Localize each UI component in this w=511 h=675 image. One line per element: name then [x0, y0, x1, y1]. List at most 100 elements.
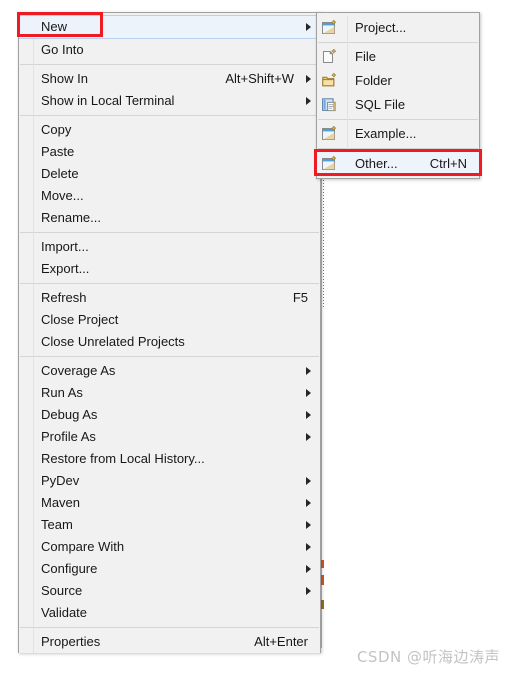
menu-item-configure[interactable]: Configure	[19, 558, 320, 580]
submenu-item-label: File	[355, 49, 376, 64]
menu-item-paste[interactable]: Paste	[19, 141, 320, 163]
menu-item-shortcut: Alt+Shift+W	[225, 71, 294, 86]
menu-item-label: Move...	[41, 188, 84, 203]
submenu-item-example[interactable]: Example...	[317, 122, 479, 146]
submenu-separator	[318, 119, 478, 120]
menu-item-maven[interactable]: Maven	[19, 492, 320, 514]
menu-item-show-in[interactable]: Show In Alt+Shift+W	[19, 68, 320, 90]
menu-item-close-project[interactable]: Close Project	[19, 309, 320, 331]
menu-item-label: Restore from Local History...	[41, 451, 205, 466]
submenu-arrow-icon	[306, 521, 311, 529]
submenu-arrow-icon	[306, 433, 311, 441]
menu-item-label: Delete	[41, 166, 79, 181]
menu-item-label: Properties	[41, 634, 101, 649]
menu-item-label: Paste	[41, 144, 75, 159]
menu-item-coverage-as[interactable]: Coverage As	[19, 360, 320, 382]
menu-separator	[20, 232, 319, 233]
menu-item-profile-as[interactable]: Profile As	[19, 426, 320, 448]
menu-item-label: Run As	[41, 385, 83, 400]
menu-item-label: Refresh	[41, 290, 87, 305]
submenu-arrow-icon	[306, 477, 311, 485]
menu-item-team[interactable]: Team	[19, 514, 320, 536]
menu-item-rename[interactable]: Rename...	[19, 207, 320, 229]
menu-separator	[20, 283, 319, 284]
menu-item-label: Maven	[41, 495, 81, 510]
submenu-item-file[interactable]: File	[317, 45, 479, 69]
submenu-item-other[interactable]: Other... Ctrl+N	[317, 151, 479, 176]
menu-item-compare-with[interactable]: Compare With	[19, 536, 320, 558]
csdn-watermark: CSDN @听海边涛声	[356, 648, 500, 666]
submenu-arrow-icon	[306, 411, 311, 419]
menu-item-move[interactable]: Move...	[19, 185, 320, 207]
menu-item-label: Team	[41, 517, 73, 532]
submenu-arrow-icon	[306, 499, 311, 507]
submenu-item-folder[interactable]: Folder	[317, 69, 479, 93]
menu-item-properties[interactable]: Properties Alt+Enter	[19, 631, 320, 653]
submenu-item-label: Folder	[355, 73, 392, 88]
submenu-item-label: Project...	[355, 20, 407, 35]
menu-item-validate[interactable]: Validate	[19, 602, 320, 624]
menu-item-label: Export...	[41, 261, 90, 276]
menu-item-label: Close Unrelated Projects	[41, 334, 185, 349]
menu-item-go-into[interactable]: Go Into	[19, 39, 320, 61]
menu-item-close-unrelated-projects[interactable]: Close Unrelated Projects	[19, 331, 320, 353]
submenu-item-label: Other...	[355, 156, 398, 171]
new-sql-file-icon	[322, 97, 339, 113]
submenu-item-label: SQL File	[355, 97, 406, 112]
menu-item-debug-as[interactable]: Debug As	[19, 404, 320, 426]
menu-item-label: Compare With	[41, 539, 125, 554]
new-example-icon	[322, 126, 339, 142]
submenu-arrow-icon	[306, 543, 311, 551]
submenu-arrow-icon	[306, 23, 311, 31]
menu-item-refresh[interactable]: Refresh F5	[19, 287, 320, 309]
submenu-item-shortcut: Ctrl+N	[429, 156, 467, 171]
menu-item-shortcut: Alt+Enter	[254, 634, 308, 649]
new-folder-icon	[322, 73, 339, 89]
context-menu[interactable]: New Go Into Show In Alt+Shift+W Show in Loca…	[18, 12, 321, 653]
background-marker-2	[321, 575, 324, 585]
menu-item-label: PyDev	[41, 473, 80, 488]
background-marker-1	[321, 560, 324, 568]
submenu-item-sql-file[interactable]: SQL File	[317, 93, 479, 117]
new-project-icon	[322, 20, 339, 36]
menu-item-restore-from-local-history[interactable]: Restore from Local History...	[19, 448, 320, 470]
menu-item-label: Rename...	[41, 210, 101, 225]
menu-item-delete[interactable]: Delete	[19, 163, 320, 185]
background-marker-3	[321, 600, 324, 609]
menu-item-label: Import...	[41, 239, 89, 254]
submenu-item-project[interactable]: Project...	[317, 16, 479, 40]
new-other-icon	[322, 155, 339, 172]
menu-item-label: New	[41, 19, 68, 34]
menu-item-label: Source	[41, 583, 83, 598]
menu-item-label: Configure	[41, 561, 98, 576]
menu-separator	[20, 115, 319, 116]
menu-item-pydev[interactable]: PyDev	[19, 470, 320, 492]
menu-item-label: Show In	[41, 71, 88, 86]
menu-item-export[interactable]: Export...	[19, 258, 320, 280]
menu-item-run-as[interactable]: Run As	[19, 382, 320, 404]
menu-item-show-in-local-terminal[interactable]: Show in Local Terminal	[19, 90, 320, 112]
submenu-arrow-icon	[306, 389, 311, 397]
focus-dotted-line	[323, 180, 324, 308]
menu-item-label: Profile As	[41, 429, 96, 444]
submenu-arrow-icon	[306, 587, 311, 595]
menu-separator	[20, 64, 319, 65]
menu-item-source[interactable]: Source	[19, 580, 320, 602]
menu-item-label: Close Project	[41, 312, 119, 327]
menu-item-label: Debug As	[41, 407, 98, 422]
menu-item-import[interactable]: Import...	[19, 236, 320, 258]
menu-item-label: Copy	[41, 122, 72, 137]
menu-item-label: Coverage As	[41, 363, 116, 378]
menu-item-copy[interactable]: Copy	[19, 119, 320, 141]
menu-separator	[20, 627, 319, 628]
submenu-arrow-icon	[306, 75, 311, 83]
menu-item-shortcut: F5	[292, 290, 308, 305]
submenu-arrow-icon	[306, 367, 311, 375]
menu-separator	[20, 356, 319, 357]
submenu-item-label: Example...	[355, 126, 417, 141]
submenu-separator	[318, 148, 478, 149]
submenu-separator	[318, 42, 478, 43]
menu-item-label: Show in Local Terminal	[41, 93, 175, 108]
new-submenu[interactable]: Project... File Folder SQL File Example... Ot…	[316, 12, 480, 179]
menu-item-new[interactable]: New	[19, 15, 320, 39]
